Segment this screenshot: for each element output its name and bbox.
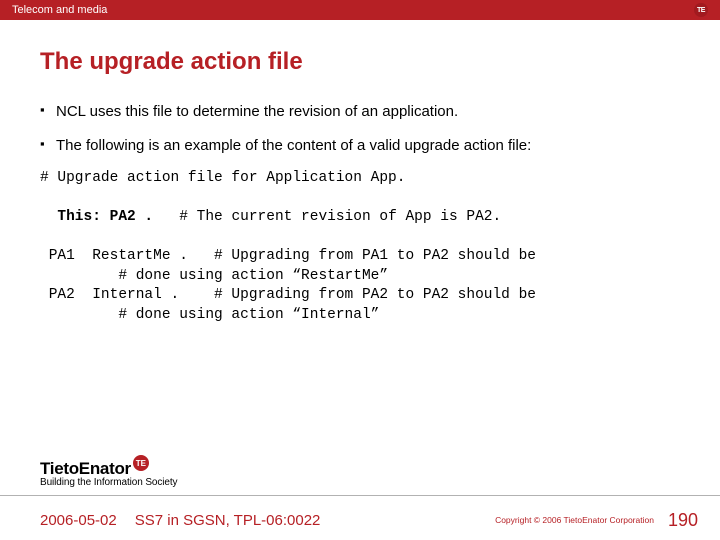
footer-doc: SS7 in SGSN, TPL-06:0022 [135,512,321,529]
bullet-list: NCL uses this file to determine the revi… [40,102,680,155]
code-block: # Upgrade action file for Application Ap… [40,169,680,326]
logo-badge-icon: TE [133,455,149,471]
code-line: # Upgrade action file for Application Ap… [40,170,405,186]
code-line: PA2 Internal . # Upgrading from PA2 to P… [40,287,536,303]
footer-copyright: Copyright © 2006 TietoEnator Corporation [495,515,654,525]
code-line: # done using action “Internal” [40,307,379,323]
page-title: The upgrade action file [40,48,680,76]
footer-page-number: 190 [668,510,698,531]
logo-block: TietoEnator TE Building the Information … [40,459,177,488]
list-item: The following is an example of the conte… [40,136,680,156]
code-line: PA1 RestartMe . # Upgrading from PA1 to … [40,248,536,264]
logo-text: TietoEnator [40,459,131,479]
code-this-comment: # The current revision of App is PA2. [153,209,501,225]
top-bar: Telecom and media TE [0,0,720,20]
slide-content: The upgrade action file NCL uses this fi… [0,20,720,326]
code-line: # done using action “RestartMe” [40,268,388,284]
top-bar-section: Telecom and media [12,4,107,16]
footer-divider [0,495,720,496]
logo-tagline: Building the Information Society [40,477,177,488]
footer-date: 2006-05-02 [40,512,117,529]
list-item: NCL uses this file to determine the revi… [40,102,680,122]
code-this-label: This: PA2 . [40,209,153,225]
footer: 2006-05-02 SS7 in SGSN, TPL-06:0022 Copy… [0,500,720,540]
brand-badge-icon: TE [694,3,708,17]
